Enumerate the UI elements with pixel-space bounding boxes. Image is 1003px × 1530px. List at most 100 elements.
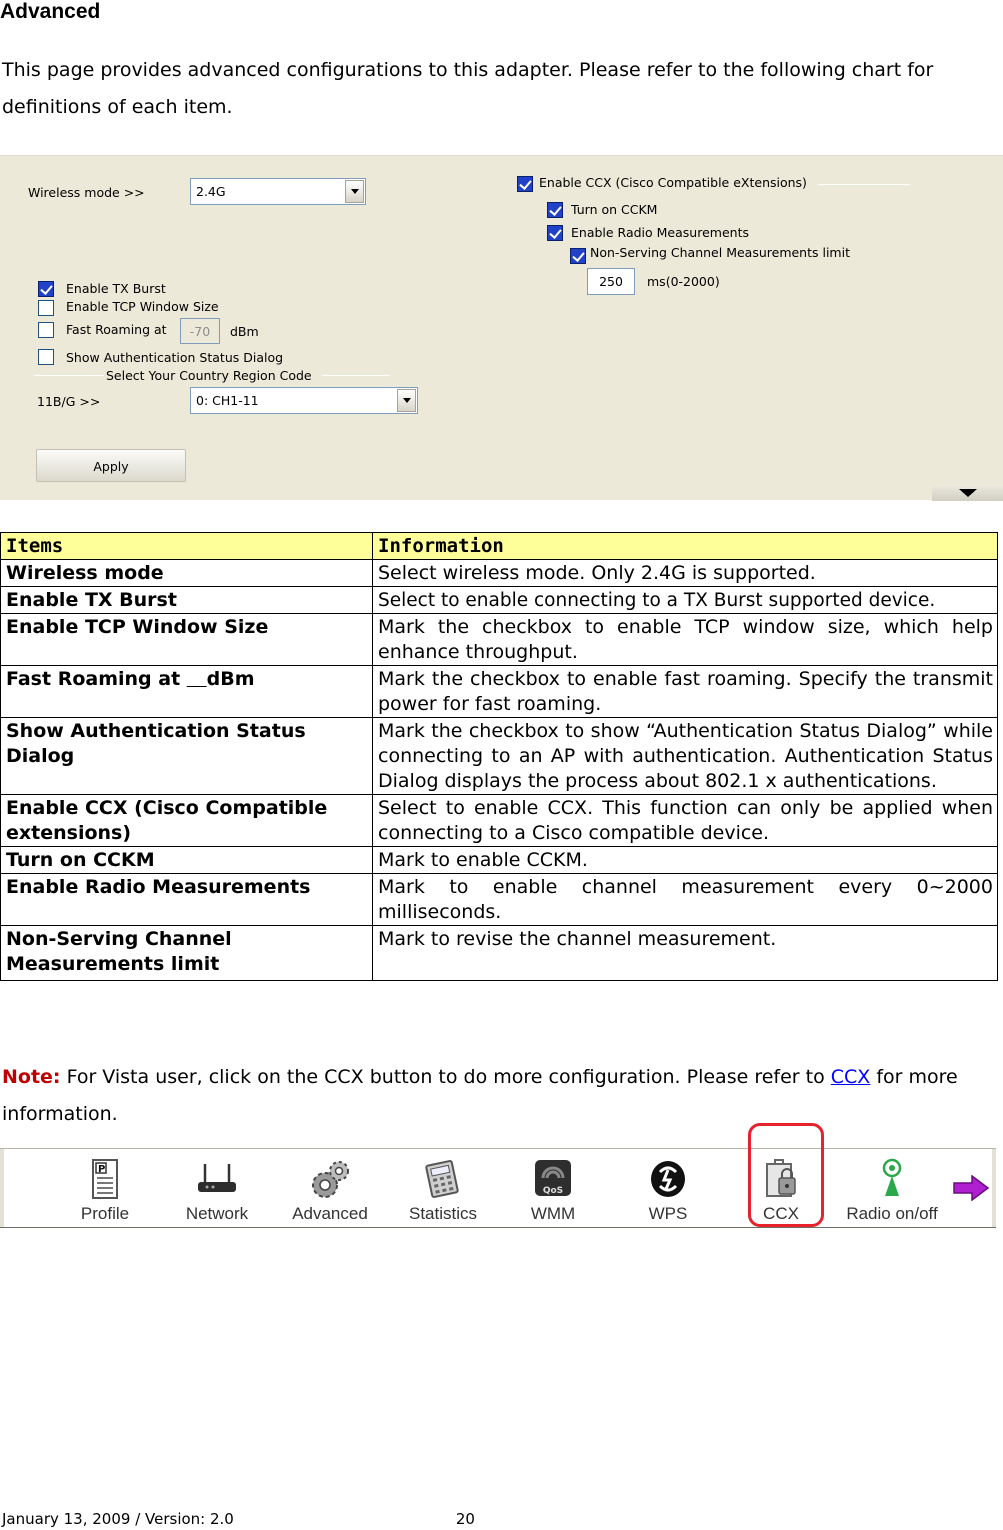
fast-roaming-suffix: dBm <box>206 668 255 690</box>
fast-roaming-prefix: Fast Roaming at <box>6 668 187 690</box>
ccx-link[interactable]: CCX <box>831 1066 871 1088</box>
wmm-icon: QoS <box>535 1160 571 1196</box>
show-auth-label: Show Authentication Status Dialog <box>66 350 284 365</box>
measurement-limit-unit: ms(0-2000) <box>647 274 720 289</box>
table-header-row: Items Information <box>0 532 998 560</box>
group-divider <box>322 375 390 376</box>
tx-burst-label: Enable TX Burst <box>66 281 166 296</box>
advanced-icon <box>312 1161 349 1198</box>
scroll-down-icon[interactable] <box>932 486 1003 501</box>
table-cell-item: Non-Serving Channel Measurements limit <box>0 925 373 981</box>
radio-icon <box>882 1158 902 1196</box>
group-divider <box>818 184 910 185</box>
utility-toolbar: P Profile Network Advanced Statistics Qo… <box>0 1148 996 1228</box>
fast-roaming-input[interactable]: -70 <box>180 318 220 344</box>
table-cell-item: Enable CCX (Cisco Compatible extensions) <box>0 794 373 847</box>
page-footer: January 13, 2009 / Version: 2.0 20 <box>2 1510 475 1528</box>
toolbar-label: Profile <box>80 1204 130 1223</box>
toolbar-label: WMM <box>530 1204 576 1223</box>
cckm-label: Turn on CCKM <box>571 202 658 217</box>
toolbar-label: Radio on/off <box>846 1204 938 1223</box>
fast-roaming-blank <box>187 668 207 690</box>
chevron-down-icon[interactable] <box>397 389 416 412</box>
table-header-information: Information <box>372 532 998 560</box>
table-cell-info: Select to enable connecting to a TX Burs… <box>372 586 998 614</box>
footer-page-number: 20 <box>455 1510 475 1528</box>
table-row: Turn on CCKM Mark to enable CCKM. <box>0 846 998 874</box>
toolbar-button-radio[interactable]: Radio on/off <box>842 1155 942 1225</box>
wireless-mode-value: 2.4G <box>196 184 226 199</box>
toolbar-label: Network <box>185 1204 249 1223</box>
radio-measurements-label: Enable Radio Measurements <box>571 225 749 240</box>
network-icon <box>198 1164 236 1192</box>
table-row: Enable TCP Window Size Mark the checkbox… <box>0 613 998 666</box>
toolbar-button-wps[interactable]: WPS <box>618 1155 718 1225</box>
tcp-window-label: Enable TCP Window Size <box>66 299 219 314</box>
table-cell-info: Mark to enable CCKM. <box>372 846 998 874</box>
apply-button[interactable]: Apply <box>36 449 186 482</box>
table-row: Wireless mode Select wireless mode. Only… <box>0 559 998 587</box>
toolbar-button-advanced[interactable]: Advanced <box>280 1155 380 1225</box>
table-cell-item: Turn on CCKM <box>0 846 373 874</box>
next-arrow-icon[interactable] <box>952 1175 990 1201</box>
toolbar-button-statistics[interactable]: Statistics <box>393 1155 493 1225</box>
table-cell-item: Enable TCP Window Size <box>0 613 373 666</box>
country-label: 11B/G >> <box>37 394 101 409</box>
table-row: Enable CCX (Cisco Compatible extensions)… <box>0 794 998 847</box>
table-cell-info: Mark the checkbox to enable fast roaming… <box>372 665 998 718</box>
footer-date-version: January 13, 2009 / Version: 2.0 <box>2 1510 234 1528</box>
note-text: For Vista user, click on the CCX button … <box>60 1066 831 1088</box>
table-cell-item: Enable TX Burst <box>0 586 373 614</box>
table-row: Enable TX Burst Select to enable connect… <box>0 586 998 614</box>
fast-roaming-label: Fast Roaming at <box>66 322 167 337</box>
toolbar-label: Advanced <box>292 1204 368 1223</box>
country-region-select[interactable]: 0: CH1-11 <box>190 387 418 414</box>
ccx-highlight-ring <box>748 1123 824 1227</box>
toolbar-button-wmm[interactable]: QoS WMM <box>503 1155 603 1225</box>
chevron-down-icon[interactable] <box>345 180 364 203</box>
note-paragraph: Note: For Vista user, click on the CCX b… <box>2 1059 1002 1133</box>
table-cell-info: Select to enable CCX. This function can … <box>372 794 998 847</box>
fast-roaming-checkbox[interactable] <box>38 322 54 338</box>
toolbar-button-profile[interactable]: P Profile <box>55 1155 155 1225</box>
advanced-settings-panel: Wireless mode >> 2.4G Enable TX Burst En… <box>0 155 1003 501</box>
tcp-window-checkbox[interactable] <box>38 300 54 316</box>
wireless-mode-label: Wireless mode >> <box>28 185 145 200</box>
ccx-checkbox[interactable] <box>517 176 533 192</box>
toolbar-label: Statistics <box>408 1204 478 1223</box>
intro-paragraph: This page provides advanced configuratio… <box>2 59 934 118</box>
table-cell-info: Mark to enable channel measurement every… <box>372 873 998 926</box>
radio-measurements-checkbox[interactable] <box>547 225 563 241</box>
country-group-label: Select Your Country Region Code <box>106 368 312 383</box>
cckm-checkbox[interactable] <box>547 202 563 218</box>
table-row: Enable Radio Measurements Mark to enable… <box>0 873 998 926</box>
non-serving-checkbox[interactable] <box>570 248 586 264</box>
table-cell-item: Fast Roaming at dBm <box>0 665 373 718</box>
non-serving-label: Non-Serving Channel Measurements limit <box>590 245 850 260</box>
wireless-mode-select[interactable]: 2.4G <box>190 178 366 205</box>
table-cell-info: Mark the checkbox to enable TCP window s… <box>372 613 998 666</box>
statistics-icon <box>425 1160 459 1198</box>
profile-icon: P <box>92 1159 118 1199</box>
show-auth-checkbox[interactable] <box>38 349 54 365</box>
note-label: Note: <box>2 1066 61 1088</box>
tx-burst-checkbox[interactable] <box>38 281 54 297</box>
fast-roaming-unit: dBm <box>230 324 259 339</box>
table-cell-info: Mark the checkbox to show “Authenticatio… <box>372 717 998 795</box>
table-row: Show Authentication Status Dialog Mark t… <box>0 717 998 795</box>
table-cell-item: Enable Radio Measurements <box>0 873 373 926</box>
table-cell-item: Show Authentication Status Dialog <box>0 717 373 795</box>
ccx-label: Enable CCX (Cisco Compatible eXtensions) <box>539 175 807 190</box>
table-cell-item: Wireless mode <box>0 559 373 587</box>
toolbar-button-network[interactable]: Network <box>167 1155 267 1225</box>
svg-text:P: P <box>98 1164 105 1175</box>
group-divider <box>34 375 104 376</box>
table-cell-info: Select wireless mode. Only 2.4G is suppo… <box>372 559 998 587</box>
table-cell-info: Mark to revise the channel measurement. <box>372 925 998 981</box>
table-header-items: Items <box>0 532 373 560</box>
measurement-limit-input[interactable]: 250 <box>587 268 635 295</box>
country-region-value: 0: CH1-11 <box>196 393 259 408</box>
toolbar-label: WPS <box>648 1204 688 1223</box>
definitions-table: Items Information Wireless mode Select w… <box>0 532 998 981</box>
wmm-badge-text: QoS <box>543 1186 563 1196</box>
